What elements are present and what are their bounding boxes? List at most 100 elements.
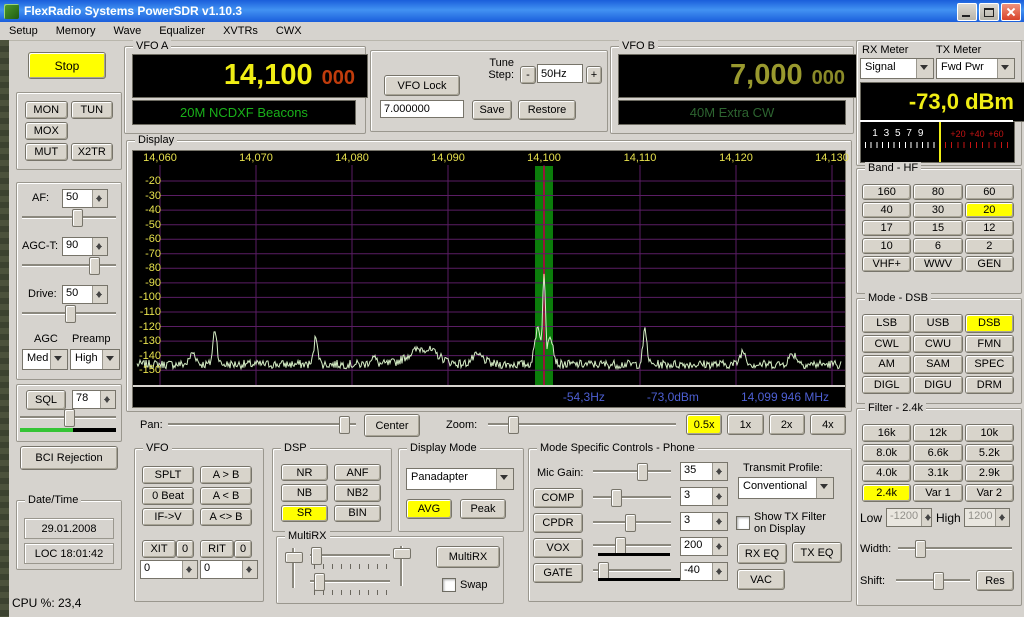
filter-shift-thumb[interactable] [932, 572, 944, 590]
multirx-pan1-slider[interactable] [284, 548, 303, 588]
band-button-15[interactable]: 15 [913, 220, 963, 236]
xit-button[interactable]: XIT [142, 540, 176, 558]
memory-frequency-input[interactable] [380, 100, 464, 118]
filter-button-4.0k[interactable]: 4.0k [862, 464, 912, 482]
filter-button-2.4k[interactable]: 2.4k [862, 484, 912, 502]
multirx-gain1-slider[interactable] [310, 546, 390, 565]
filter-button-12k[interactable]: 12k [913, 424, 963, 442]
filter-button-var-2[interactable]: Var 2 [964, 484, 1014, 502]
mode-button-sam[interactable]: SAM [913, 355, 963, 374]
cpdr-spinner[interactable]: 3 [680, 512, 728, 531]
sql-slider-thumb[interactable] [64, 409, 75, 427]
rit-button[interactable]: RIT [200, 540, 234, 558]
cpdr-spinner-arrows[interactable] [712, 513, 727, 530]
filter-button-2.9k[interactable]: 2.9k [964, 464, 1014, 482]
preamp-chevron-down-icon[interactable] [102, 350, 119, 369]
menu-cwx[interactable]: CWX [267, 23, 311, 39]
rx-meter-dropdown[interactable]: Signal [860, 58, 934, 79]
band-button-12[interactable]: 12 [964, 220, 1014, 236]
cpdr-slider[interactable] [593, 513, 671, 532]
swap-checkbox[interactable] [442, 578, 456, 592]
menu-wave[interactable]: Wave [104, 23, 150, 39]
vfo-lock-button[interactable]: VFO Lock [384, 75, 460, 96]
display-mode-button-avg[interactable]: AVG [406, 499, 452, 519]
tune-step-minus-button[interactable]: - [520, 66, 536, 84]
band-button-6[interactable]: 6 [913, 238, 963, 254]
mic-gain-spinner-arrows[interactable] [712, 463, 727, 480]
mode-button-spec[interactable]: SPEC [964, 355, 1014, 374]
transmit-profile-dropdown[interactable]: Conventional [738, 477, 834, 499]
agct-slider[interactable] [22, 256, 116, 275]
gate-slider[interactable] [593, 561, 671, 580]
tx-button-mut[interactable]: MUT [25, 143, 68, 161]
zoom-button-0.5x[interactable]: 0.5x [686, 414, 723, 435]
vfo-button-0-beat[interactable]: 0 Beat [142, 487, 194, 505]
band-button-60[interactable]: 60 [964, 184, 1014, 200]
mic-gain-slider[interactable] [593, 462, 671, 481]
sql-button[interactable]: SQL [26, 390, 66, 410]
af-spinner[interactable]: 50 [62, 189, 108, 208]
rx-eq-button[interactable]: RX EQ [737, 543, 787, 564]
menu-memory[interactable]: Memory [47, 23, 105, 39]
gate-spinner-arrows[interactable] [712, 563, 727, 580]
filter-shift-slider[interactable] [896, 571, 970, 590]
band-button-160[interactable]: 160 [862, 184, 912, 200]
dsp-button-nr[interactable]: NR [281, 464, 328, 482]
drive-slider[interactable] [22, 304, 116, 323]
bci-rejection-button[interactable]: BCI Rejection [20, 446, 118, 470]
show-tx-filter-checkbox[interactable] [736, 516, 750, 530]
filter-low-spinner[interactable]: -1200 [886, 508, 932, 527]
filter-width-slider[interactable] [898, 539, 1012, 558]
display-mode-chevron-down-icon[interactable] [496, 469, 513, 489]
filter-button-6.6k[interactable]: 6.6k [913, 444, 963, 462]
menu-setup[interactable]: Setup [0, 23, 47, 39]
multirx-gain1-thumb[interactable] [310, 547, 322, 565]
minimize-button[interactable] [957, 3, 977, 21]
dsp-button-sr[interactable]: SR [281, 504, 328, 522]
zoom-button-4x[interactable]: 4x [809, 414, 846, 435]
multirx-pan2-slider[interactable] [392, 546, 411, 586]
filter-high-spinner[interactable]: 1200 [964, 508, 1010, 527]
af-spinner-arrows[interactable] [92, 190, 107, 207]
vfo-b-display[interactable]: 7,000 000 [618, 54, 858, 98]
tx-button-x2tr[interactable]: X2TR [70, 143, 113, 161]
band-button-gen[interactable]: GEN [964, 256, 1014, 272]
filter-button-5.2k[interactable]: 5.2k [964, 444, 1014, 462]
cpdr-button[interactable]: CPDR [533, 513, 583, 533]
filter-button-16k[interactable]: 16k [862, 424, 912, 442]
filter-res-button[interactable]: Res [976, 570, 1014, 591]
stop-button[interactable]: Stop [28, 52, 106, 79]
tx-button-mox[interactable]: MOX [25, 122, 68, 140]
multirx-button[interactable]: MultiRX [436, 546, 500, 568]
rx-meter-chevron-down-icon[interactable] [916, 59, 933, 78]
mic-gain-spinner[interactable]: 35 [680, 462, 728, 481]
mode-button-digu[interactable]: DIGU [913, 375, 963, 394]
band-button-17[interactable]: 17 [862, 220, 912, 236]
band-button-30[interactable]: 30 [913, 202, 963, 218]
xit-spinner-arrows[interactable] [182, 561, 197, 578]
filter-low-arrows[interactable] [921, 509, 931, 526]
tx-meter-chevron-down-icon[interactable] [997, 59, 1014, 78]
mode-button-cwl[interactable]: CWL [862, 334, 912, 353]
band-button-40[interactable]: 40 [862, 202, 912, 218]
sql-slider[interactable] [20, 408, 116, 427]
vfo-button-a-b[interactable]: A < B [200, 487, 252, 505]
band-button-20[interactable]: 20 [964, 202, 1014, 218]
band-button-80[interactable]: 80 [913, 184, 963, 200]
agc-chevron-down-icon[interactable] [50, 350, 67, 369]
multirx-pan2-thumb[interactable] [393, 548, 411, 559]
mode-button-am[interactable]: AM [862, 355, 912, 374]
vfo-a-display[interactable]: 14,100 000 [132, 54, 368, 98]
xit-zero-button[interactable]: 0 [176, 540, 194, 558]
drive-spinner[interactable]: 50 [62, 285, 108, 304]
transmit-profile-chevron-down-icon[interactable] [816, 478, 833, 498]
display-mode-dropdown[interactable]: Panadapter [406, 468, 514, 490]
zoom-button-2x[interactable]: 2x [768, 414, 805, 435]
vox-button[interactable]: VOX [533, 538, 583, 558]
vfo-button-a-b[interactable]: A <> B [200, 508, 252, 526]
comp-slider[interactable] [593, 488, 671, 507]
mic-gain-thumb[interactable] [637, 463, 649, 481]
tune-step-plus-button[interactable]: + [586, 66, 602, 84]
zoom-button-1x[interactable]: 1x [727, 414, 764, 435]
comp-thumb[interactable] [610, 489, 622, 507]
